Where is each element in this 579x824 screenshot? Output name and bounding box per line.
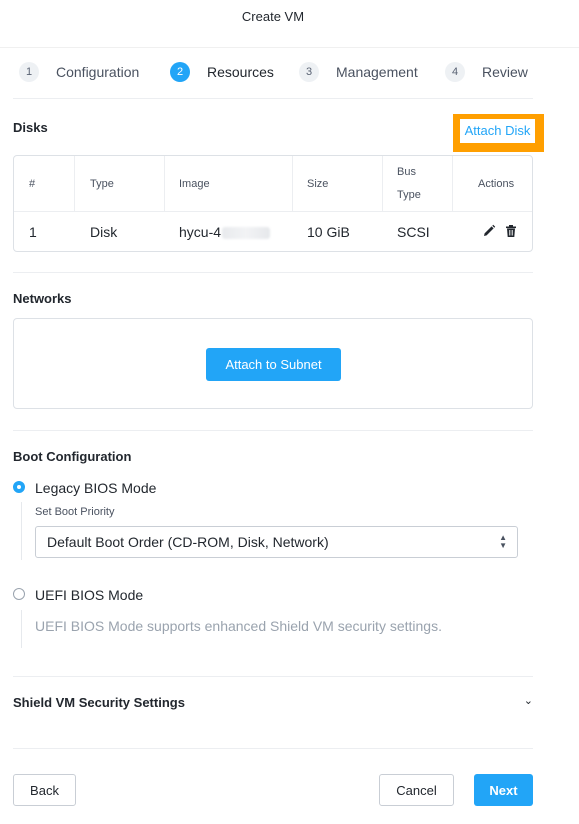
divider bbox=[13, 748, 533, 749]
column-header-image: Image bbox=[179, 178, 210, 190]
uefi-note: UEFI BIOS Mode supports enhanced Shield … bbox=[35, 618, 442, 634]
networks-panel: Attach to Subnet bbox=[13, 318, 533, 409]
column-header-bus-type: Type bbox=[397, 189, 421, 201]
step-resources[interactable]: 2 Resources bbox=[170, 61, 274, 83]
divider bbox=[13, 98, 533, 99]
column-header-index: # bbox=[29, 178, 36, 190]
boot-priority-label: Set Boot Priority bbox=[35, 506, 115, 518]
indent-guide bbox=[21, 502, 22, 560]
divider bbox=[13, 272, 533, 273]
step-label: Review bbox=[482, 64, 528, 80]
step-number: 2 bbox=[170, 62, 190, 82]
column-header-size: Size bbox=[307, 178, 329, 190]
boot-priority-value: Default Boot Order (CD-ROM, Disk, Networ… bbox=[47, 534, 329, 550]
table-header: # Type Image Size Bus Type Actions bbox=[14, 156, 532, 212]
disk-bus-type: SCSI bbox=[397, 224, 430, 240]
boot-priority-select[interactable]: Default Boot Order (CD-ROM, Disk, Networ… bbox=[35, 526, 518, 558]
trash-icon[interactable] bbox=[504, 224, 518, 238]
chevron-down-icon: ⌄ bbox=[523, 695, 533, 707]
column-header-type: Type bbox=[90, 178, 114, 190]
legacy-bios-radio[interactable] bbox=[13, 481, 25, 493]
attach-disk-highlight: Attach Disk bbox=[453, 114, 544, 152]
indent-guide bbox=[21, 610, 22, 648]
disks-table: # Type Image Size Bus Type Actions 1 Dis… bbox=[13, 155, 533, 252]
attach-to-subnet-button[interactable]: Attach to Subnet bbox=[206, 348, 341, 381]
column-header-actions: Actions bbox=[478, 178, 515, 190]
disk-type: Disk bbox=[90, 224, 118, 240]
dialog-title: Create VM bbox=[241, 9, 305, 24]
networks-section-title: Networks bbox=[13, 291, 72, 306]
step-label: Configuration bbox=[56, 64, 140, 80]
back-button[interactable]: Back bbox=[13, 774, 76, 806]
shield-vm-settings-toggle[interactable]: Shield VM Security Settings ⌄ bbox=[13, 694, 533, 714]
uefi-bios-label[interactable]: UEFI BIOS Mode bbox=[35, 587, 143, 603]
redacted-blur bbox=[222, 227, 271, 240]
cancel-button[interactable]: Cancel bbox=[379, 774, 454, 806]
select-arrows-icon: ▲ ▼ bbox=[499, 533, 507, 550]
step-number: 1 bbox=[19, 62, 39, 82]
column-header-bus: Bus bbox=[397, 166, 416, 178]
legacy-bios-label[interactable]: Legacy BIOS Mode bbox=[35, 480, 156, 496]
uefi-bios-radio[interactable] bbox=[13, 588, 25, 600]
shield-vm-settings-title: Shield VM Security Settings bbox=[13, 695, 185, 710]
step-number: 4 bbox=[445, 62, 465, 82]
divider bbox=[13, 430, 533, 431]
next-button[interactable]: Next bbox=[474, 774, 533, 806]
boot-section-title: Boot Configuration bbox=[13, 449, 132, 464]
step-label: Resources bbox=[207, 64, 274, 80]
disk-image: hycu-4 bbox=[179, 224, 271, 240]
step-label: Management bbox=[336, 64, 418, 80]
pencil-icon[interactable] bbox=[482, 224, 496, 238]
step-management[interactable]: 3 Management bbox=[299, 61, 418, 83]
divider bbox=[13, 676, 533, 677]
step-review[interactable]: 4 Review bbox=[445, 61, 528, 83]
disks-section-title: Disks bbox=[13, 120, 48, 135]
header-divider bbox=[0, 47, 579, 48]
attach-disk-button[interactable]: Attach Disk bbox=[460, 119, 535, 143]
step-configuration[interactable]: 1 Configuration bbox=[19, 61, 139, 83]
disk-size: 10 GiB bbox=[307, 224, 350, 240]
disk-index: 1 bbox=[29, 224, 37, 240]
step-number: 3 bbox=[299, 62, 319, 82]
